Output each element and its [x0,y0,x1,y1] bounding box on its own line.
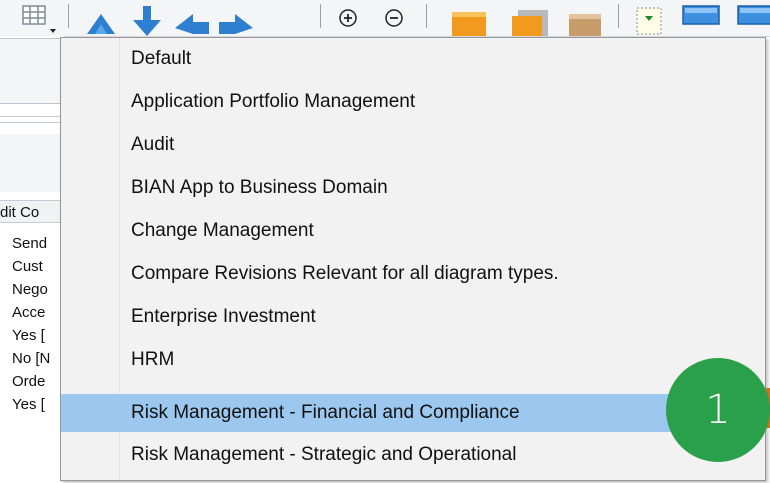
list-item[interactable]: Yes [ [0,324,64,347]
grid-view-icon [11,0,57,36]
blue-rect-icon [679,0,723,36]
menu-item-change-management[interactable]: Change Management [61,212,765,250]
menu-item-application-portfolio-management[interactable]: Application Portfolio Management [61,83,765,121]
menu-item-audit[interactable]: Audit [61,126,765,164]
toolbar-separator [618,4,619,28]
orange-block-icon [446,0,490,36]
move-left-button[interactable] [168,0,214,36]
menu-item-default[interactable]: Default [61,40,765,78]
move-down-button[interactable] [122,0,168,36]
dropdown-box-button[interactable] [630,0,670,36]
blue-rect-button[interactable] [676,0,726,36]
divider [0,122,64,123]
menu-item-enterprise-investment[interactable]: Enterprise Investment [61,298,765,336]
panel-header-area [0,38,64,104]
column-header[interactable]: dit Co [0,200,64,223]
blue-rect-icon-2 [734,0,770,36]
move-right-button[interactable] [214,0,260,36]
left-panel: dit Co Send Cust Nego Acce Yes [ No [N O… [0,36,64,483]
arrow-left-icon [171,0,211,36]
divider [0,116,64,117]
orange-layers-button[interactable] [500,0,556,36]
tan-block-button[interactable] [560,0,610,36]
perspective-dropdown-menu: Default Application Portfolio Management… [60,37,766,481]
list-item[interactable]: Acce [0,301,64,324]
menu-item-hrm[interactable]: HRM [61,341,765,379]
step-badge: 1 [666,358,770,462]
tan-block-icon [565,0,605,36]
list-item[interactable]: No [N [0,347,64,370]
zoom-out-icon [382,6,406,30]
grid-view-button[interactable] [8,0,60,36]
menu-item-compare-revisions[interactable]: Compare Revisions Relevant for all diagr… [61,255,765,293]
orange-block-button[interactable] [440,0,496,36]
move-up-button[interactable] [76,0,122,36]
list-item[interactable]: Cust [0,255,64,278]
toolbar-separator [426,4,427,28]
dropdown-box-icon [633,0,667,36]
zoom-out-button[interactable] [376,0,412,36]
toolbar [0,0,770,37]
menu-item-bian-app-to-business-domain[interactable]: BIAN App to Business Domain [61,169,765,207]
arrow-right-icon [217,0,257,36]
arrow-up-icon [79,0,119,36]
toolbar-separator [320,4,321,28]
orange-layers-icon [506,0,550,36]
menu-item-risk-management-strategic[interactable]: Risk Management - Strategic and Operatio… [61,436,765,474]
panel-toolbar-area [0,134,64,192]
zoom-in-button[interactable] [330,0,366,36]
list-item[interactable]: Send [0,232,64,255]
blue-rect-button-2[interactable] [734,0,770,36]
toolbar-separator [68,4,69,28]
arrow-down-icon [125,0,165,36]
zoom-in-icon [336,6,360,30]
list-item[interactable]: Orde [0,370,64,393]
list-item[interactable]: Yes [ [0,393,64,416]
list-item[interactable]: Nego [0,278,64,301]
menu-item-risk-management-financial[interactable]: Risk Management - Financial and Complian… [61,394,765,432]
